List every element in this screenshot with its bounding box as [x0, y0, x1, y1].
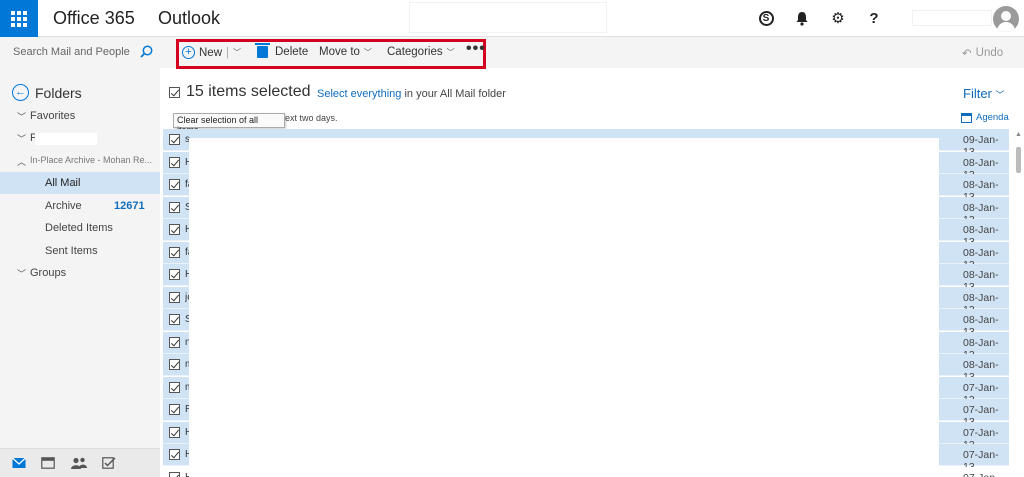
search-input[interactable]: Search Mail and People: [13, 46, 130, 58]
folders-title: Folders: [35, 84, 82, 101]
app-title[interactable]: Outlook: [158, 8, 220, 29]
chevron-down-icon[interactable]: ﹀: [17, 267, 26, 280]
folder-archive-group[interactable]: ︿ In-Place Archive - Mohan Re...: [0, 150, 160, 172]
message-checkbox[interactable]: [169, 449, 180, 460]
people-icon[interactable]: [71, 457, 87, 469]
chevron-down-icon: ﹀: [446, 47, 455, 57]
delete-label: Delete: [275, 46, 309, 58]
tooltip: Clear selection of all items: [173, 113, 285, 135]
folder-archive[interactable]: Archive 12671: [0, 195, 160, 217]
message-checkbox[interactable]: [169, 179, 180, 190]
calendar-icon: [961, 112, 972, 123]
folder-label: In-Place Archive - Mohan Re...: [30, 155, 153, 165]
new-button[interactable]: + New | ﹀: [182, 46, 241, 59]
new-label: New: [199, 46, 223, 59]
message-checkbox[interactable]: [169, 224, 180, 235]
redacted-area: [409, 2, 607, 33]
redacted-area: [189, 138, 939, 477]
categories-label: Categories: [387, 46, 443, 58]
message-checkbox[interactable]: [169, 269, 180, 280]
search-box[interactable]: Search Mail and People: [0, 37, 160, 67]
agenda-button[interactable]: Agenda: [961, 112, 1009, 123]
message-checkbox[interactable]: [169, 134, 180, 145]
message-checkbox[interactable]: [169, 359, 180, 370]
folder-label: Favorites: [30, 110, 76, 122]
folder-label: Groups: [30, 267, 67, 279]
top-bar: Office 365 Outlook S ⚙ ?: [0, 0, 1024, 37]
chevron-down-icon: ﹀: [363, 47, 372, 57]
chevron-down-icon: ﹀: [995, 90, 1005, 100]
message-checkbox[interactable]: [169, 247, 180, 258]
folder-all-mail[interactable]: All Mail: [0, 172, 160, 194]
folder-favorites[interactable]: ﹀ Favorites: [0, 105, 160, 127]
message-checkbox[interactable]: [169, 404, 180, 415]
selection-count: 15 items selected: [186, 83, 311, 100]
scrollbar[interactable]: ▲: [1013, 129, 1024, 477]
folder-label: All Mail: [45, 177, 81, 189]
message-checkbox[interactable]: [169, 202, 180, 213]
bell-icon[interactable]: [793, 9, 811, 27]
folder-sent-items[interactable]: Sent Items: [0, 240, 160, 262]
message-checkbox[interactable]: [169, 157, 180, 168]
move-to-label: Move to: [319, 46, 360, 58]
back-arrow-icon[interactable]: ←: [12, 84, 29, 101]
message-checkbox[interactable]: [169, 314, 180, 325]
categories-button[interactable]: Categories ﹀: [387, 46, 455, 58]
delete-button[interactable]: Delete: [255, 43, 309, 58]
message-checkbox[interactable]: [169, 382, 180, 393]
notice-text: ext two days.: [285, 113, 338, 123]
folder-label: Archive: [45, 200, 82, 212]
trash-icon: [255, 43, 270, 58]
chevron-up-icon[interactable]: ︿: [17, 155, 26, 168]
brand-title[interactable]: Office 365: [53, 8, 135, 29]
more-icon: •••: [466, 40, 486, 57]
select-everything-text: Select everything in your All Mail folde…: [317, 88, 506, 100]
folder-label: Deleted Items: [45, 222, 113, 234]
waffle-icon: [11, 10, 27, 27]
selection-header: 15 items selected: [169, 83, 311, 101]
message-date: 07-Jan-13: [963, 472, 1009, 477]
undo-label: Undo: [975, 47, 1004, 59]
calendar-icon[interactable]: [41, 457, 55, 469]
unread-count: 12671: [114, 200, 145, 212]
message-checkbox[interactable]: [169, 292, 180, 303]
folder-label: Sent Items: [45, 245, 98, 257]
folder-redacted[interactable]: ﹀ F: [0, 127, 160, 149]
filter-button[interactable]: Filter ﹀: [963, 86, 1005, 101]
move-to-button[interactable]: Move to ﹀: [319, 46, 372, 58]
search-icon[interactable]: [140, 45, 153, 58]
folders-header[interactable]: ← Folders: [12, 84, 82, 101]
message-checkbox[interactable]: [169, 427, 180, 438]
undo-icon: ↶: [962, 48, 972, 60]
chevron-down-icon[interactable]: ﹀: [17, 110, 26, 123]
folder-deleted-items[interactable]: Deleted Items: [0, 217, 160, 239]
help-icon[interactable]: ?: [865, 9, 883, 27]
folder-pane: Search Mail and People ← Folders ﹀ Favor…: [0, 37, 160, 477]
undo-button[interactable]: ↶ Undo: [962, 46, 1003, 60]
chevron-down-icon[interactable]: ﹀: [17, 132, 26, 145]
avatar[interactable]: [993, 6, 1019, 32]
folder-groups[interactable]: ﹀ Groups: [0, 262, 160, 284]
select-all-checkbox[interactable]: [169, 86, 180, 98]
scroll-thumb[interactable]: [1016, 147, 1021, 173]
mail-icon[interactable]: [12, 457, 26, 469]
scroll-up-icon[interactable]: ▲: [1015, 131, 1022, 138]
app-launcher-button[interactable]: [0, 0, 38, 37]
redacted-username: [912, 10, 992, 26]
redacted-area: [35, 133, 97, 145]
module-switcher: [0, 448, 160, 477]
gear-icon[interactable]: ⚙: [829, 9, 847, 27]
more-actions-button[interactable]: •••: [466, 40, 486, 57]
select-everything-link[interactable]: Select everything: [317, 88, 401, 100]
message-checkbox[interactable]: [169, 337, 180, 348]
tasks-icon[interactable]: [102, 457, 116, 469]
plus-icon: +: [182, 46, 195, 59]
chevron-down-icon[interactable]: ﹀: [233, 47, 241, 58]
skype-icon[interactable]: S: [757, 9, 775, 27]
message-checkbox[interactable]: [169, 472, 180, 477]
